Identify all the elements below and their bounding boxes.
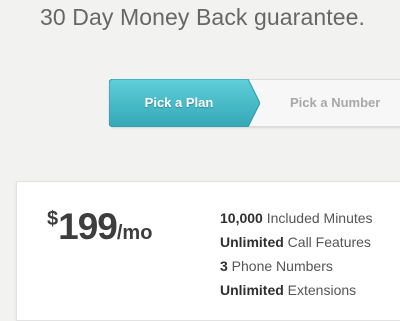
feature-text: Phone Numbers — [227, 258, 333, 274]
step-pick-a-number[interactable]: Pick a Number — [290, 79, 380, 127]
plan-features-list: 10,000 Included Minutes Unlimited Call F… — [220, 206, 373, 302]
price-currency: $ — [47, 208, 59, 230]
feature-item: Unlimited Extensions — [220, 278, 373, 302]
feature-item: Unlimited Call Features — [220, 230, 373, 254]
feature-highlight: Unlimited — [220, 282, 284, 298]
plan-stepper: Pick a Plan Pick a Number — [109, 79, 400, 127]
feature-item: 3 Phone Numbers — [220, 254, 373, 278]
feature-text: Extensions — [283, 282, 357, 298]
plan-card[interactable]: $199/mo 10,000 Included Minutes Unlimite… — [16, 181, 400, 321]
feature-text: Call Features — [283, 234, 371, 250]
step-pick-a-plan[interactable]: Pick a Plan — [109, 79, 260, 127]
feature-highlight: Unlimited — [220, 234, 284, 250]
price-period: /mo — [116, 222, 153, 244]
plan-price: $199/mo — [47, 206, 152, 248]
price-amount: 199 — [58, 206, 118, 247]
step-pick-a-plan-label: Pick a Plan — [144, 95, 214, 110]
page-headline: 30 Day Money Back guarantee. — [40, 4, 365, 30]
feature-item: 10,000 Included Minutes — [220, 206, 373, 230]
feature-highlight: 10,000 — [220, 210, 263, 226]
feature-text: Included Minutes — [262, 210, 373, 226]
feature-highlight: 3 — [220, 258, 228, 274]
